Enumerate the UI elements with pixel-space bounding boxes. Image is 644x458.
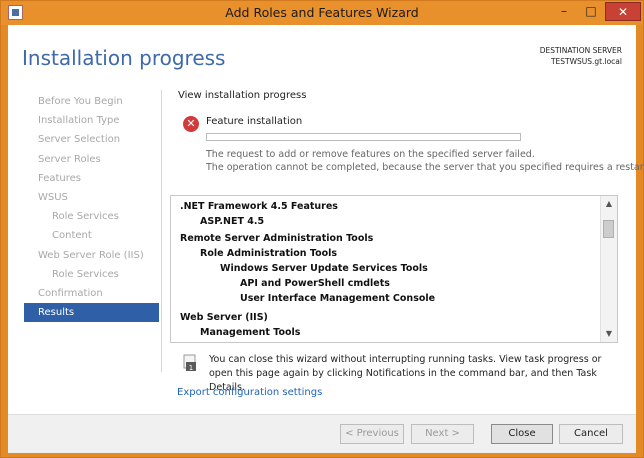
- results-scrollbar[interactable]: ▲ ▼: [600, 196, 617, 342]
- result-item: Management Tools: [200, 327, 301, 338]
- cancel-button[interactable]: Cancel: [559, 424, 623, 444]
- nav-item-confirmation: Confirmation: [38, 287, 103, 299]
- result-item: Role Administration Tools: [200, 248, 338, 259]
- next-button[interactable]: Next >: [411, 424, 474, 444]
- minimize-button[interactable]: –: [551, 2, 577, 21]
- results-list-box[interactable]: .NET Framework 4.5 Features ASP.NET 4.5 …: [170, 195, 618, 343]
- result-item: Web Server (IIS): [180, 312, 268, 323]
- nav-item-features: Features: [38, 172, 81, 184]
- close-button[interactable]: Close: [491, 424, 553, 444]
- export-configuration-link[interactable]: Export configuration settings: [177, 387, 322, 398]
- result-item: .NET Framework 4.5 Features: [180, 201, 338, 212]
- nav-item-wsus-role-services: Role Services: [52, 211, 119, 223]
- nav-item-server-roles: Server Roles: [38, 153, 101, 165]
- nav-item-installation-type: Installation Type: [38, 115, 120, 127]
- svg-text:1: 1: [189, 364, 193, 372]
- scroll-thumb[interactable]: [603, 220, 614, 238]
- window-title: Add Roles and Features Wizard: [225, 5, 419, 20]
- result-item: API and PowerShell cmdlets: [240, 278, 390, 289]
- error-message-line2: The operation cannot be completed, becau…: [206, 162, 644, 173]
- destination-server-label: DESTINATION SERVER: [539, 46, 622, 55]
- page-title: Installation progress: [22, 46, 226, 70]
- nav-item-content: Content: [52, 230, 92, 242]
- scroll-up-arrow-icon[interactable]: ▲: [601, 198, 617, 210]
- result-item: Windows Server Update Services Tools: [220, 263, 428, 274]
- result-item: ASP.NET 4.5: [200, 216, 265, 227]
- destination-server-name: TESTWSUS.gt.local: [550, 57, 622, 66]
- nav-item-before-you-begin: Before You Begin: [38, 96, 123, 107]
- nav-divider: [161, 90, 162, 372]
- wizard-window: Add Roles and Features Wizard – □ ✕ Inst…: [0, 0, 644, 458]
- title-bar[interactable]: Add Roles and Features Wizard – □ ✕: [1, 1, 643, 25]
- result-item: User Interface Management Console: [240, 293, 436, 304]
- close-window-button[interactable]: ✕: [605, 2, 641, 21]
- error-message-line1: The request to add or remove features on…: [206, 149, 535, 160]
- results-list: .NET Framework 4.5 Features ASP.NET 4.5 …: [171, 196, 596, 342]
- nav-item-iis-role-services: Role Services: [52, 268, 119, 280]
- wizard-nav: Before You Begin Installation Type Serve…: [24, 92, 159, 323]
- wizard-header: Installation progress DESTINATION SERVER…: [8, 25, 636, 87]
- wizard-footer: < Previous Next > Close Cancel: [8, 414, 636, 453]
- result-item: Remote Server Administration Tools: [180, 233, 374, 244]
- nav-item-results[interactable]: Results: [24, 303, 159, 323]
- scroll-down-arrow-icon[interactable]: ▼: [601, 328, 617, 340]
- nav-item-wsus: WSUS: [38, 191, 68, 203]
- flag-icon: 1: [183, 354, 196, 372]
- nav-item-web-server-role: Web Server Role (IIS): [38, 249, 144, 261]
- error-icon: ✕: [183, 116, 199, 132]
- maximize-button[interactable]: □: [578, 2, 604, 21]
- installation-progress-bar: [206, 133, 521, 141]
- view-progress-label: View installation progress: [178, 90, 307, 101]
- nav-item-server-selection: Server Selection: [38, 134, 121, 146]
- feature-installation-label: Feature installation: [206, 116, 303, 127]
- previous-button[interactable]: < Previous: [340, 424, 404, 444]
